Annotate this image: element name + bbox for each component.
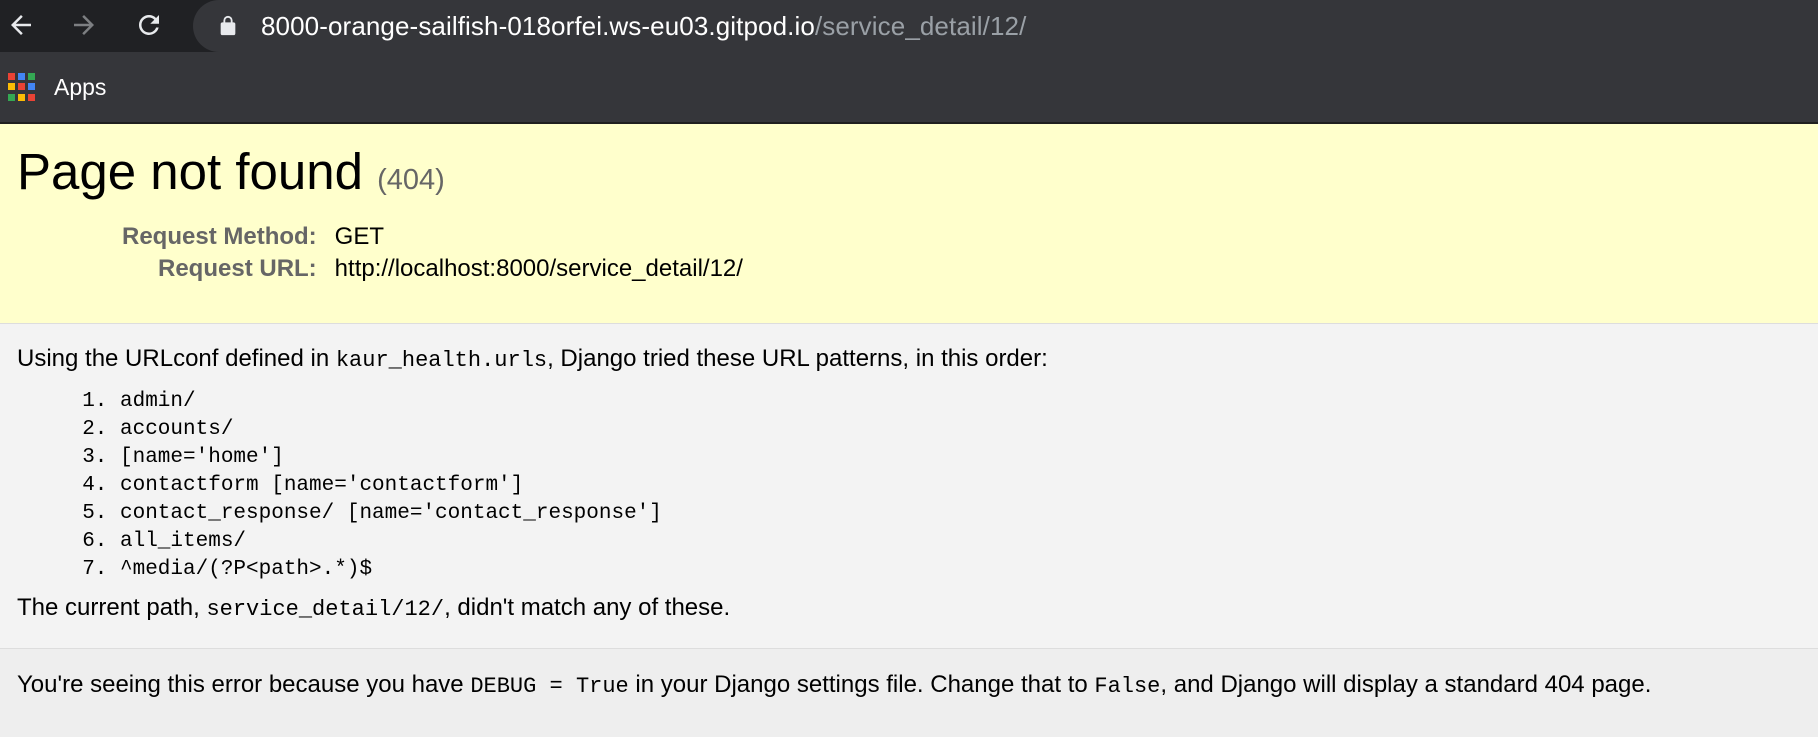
apps-bookmark[interactable]: Apps (54, 74, 106, 101)
debug-explanation: You're seeing this error because you hav… (0, 649, 1818, 737)
forward-button[interactable] (64, 5, 104, 45)
debug-before: You're seeing this error because you hav… (17, 671, 471, 698)
apps-grid-dot (18, 83, 25, 91)
url-path: /service_detail/12/ (814, 10, 1027, 41)
apps-grid-icon[interactable] (8, 73, 36, 101)
url-pattern-item: ^media/(?P<path>.*)$ (120, 556, 1818, 584)
page-title: Page not found (404) (17, 146, 1818, 197)
bookmarks-bar: Apps (0, 52, 1818, 124)
url-patterns-list: admin/ accounts/ [name='home'] contactfo… (17, 388, 1818, 584)
request-method-row: Request Method: GET (122, 221, 743, 253)
page-title-text: Page not found (17, 143, 363, 200)
apps-grid-dot (8, 93, 15, 101)
url-host: 8000-orange-sailfish-018orfei.ws-eu03.gi… (261, 10, 815, 41)
error-summary: Page not found (404) Request Method: GET… (0, 124, 1818, 324)
urlconf-intro: Using the URLconf defined in kaur_health… (17, 343, 1818, 376)
back-arrow-icon (11, 15, 31, 35)
current-path-before: The current path, (17, 593, 207, 621)
url-pattern-item: [name='home'] (120, 444, 1818, 472)
debug-after: , and Django will display a standard 404… (1160, 671, 1652, 698)
request-method-value: GET (334, 223, 385, 250)
debug-middle: in your Django settings file. Change tha… (628, 671, 1095, 698)
forward-arrow-icon (74, 15, 94, 35)
debug-message: You're seeing this error because you hav… (17, 671, 1818, 699)
request-url-row: Request URL: http://localhost:8000/servi… (122, 253, 743, 285)
request-meta-table: Request Method: GET Request URL: http://… (122, 221, 743, 285)
debug-setting: DEBUG = True (470, 674, 629, 699)
status-code: (404) (377, 164, 445, 196)
current-path-message: The current path, service_detail/12/, di… (17, 592, 1818, 625)
request-url-value: http://localhost:8000/service_detail/12/ (334, 255, 743, 282)
error-info: Using the URLconf defined in kaur_health… (0, 324, 1818, 649)
url-pattern-item: admin/ (120, 388, 1818, 416)
url-pattern-item: all_items/ (120, 528, 1818, 556)
debug-false: False (1094, 674, 1161, 699)
current-path: service_detail/12/ (206, 596, 445, 622)
reload-button[interactable] (129, 5, 169, 45)
url-pattern-item: contactform [name='contactform'] (120, 472, 1818, 500)
current-path-after: , didn't match any of these. (444, 593, 731, 621)
apps-grid-dot (28, 73, 35, 80)
apps-grid-dot (28, 83, 35, 91)
back-button[interactable] (1, 5, 41, 45)
url-text[interactable]: 8000-orange-sailfish-018orfei.ws-eu03.gi… (261, 11, 1026, 42)
request-method-label: Request Method: (122, 223, 317, 250)
address-bar[interactable]: 8000-orange-sailfish-018orfei.ws-eu03.gi… (193, 0, 1818, 52)
apps-grid-dot (8, 73, 15, 80)
apps-grid-dot (18, 93, 25, 101)
apps-grid-dot (8, 83, 15, 91)
apps-grid-dot (28, 93, 35, 101)
url-pattern-item: contact_response/ [name='contact_respons… (120, 500, 1818, 528)
urlconf-intro-before: Using the URLconf defined in (17, 345, 336, 372)
url-pattern-item: accounts/ (120, 416, 1818, 444)
urlconf-name: kaur_health.urls (335, 348, 548, 373)
lock-icon (220, 15, 236, 36)
browser-toolbar: 8000-orange-sailfish-018orfei.ws-eu03.gi… (0, 0, 1818, 52)
apps-grid-dot (18, 73, 25, 80)
request-url-label: Request URL: (158, 255, 317, 282)
urlconf-intro-after: , Django tried these URL patterns, in th… (547, 345, 1048, 372)
reload-icon (138, 14, 159, 35)
